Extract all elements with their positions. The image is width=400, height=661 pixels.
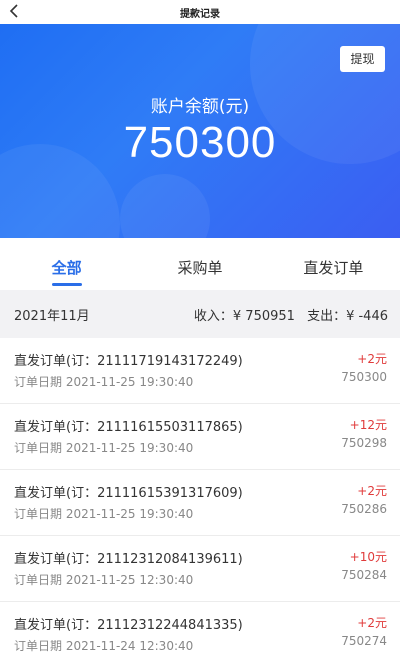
record-list: 直发订单(订：21111719143172249) 订单日期 2021-11-2… bbox=[0, 338, 400, 661]
balance-amount: 750300 bbox=[123, 118, 277, 167]
tab-all[interactable]: 全部 bbox=[0, 238, 133, 290]
record-order: 直发订单(订：21111615391317609) bbox=[14, 486, 243, 501]
record-balance: 750286 bbox=[341, 502, 387, 516]
active-tab-indicator bbox=[51, 283, 82, 286]
record-delta: +10元 bbox=[349, 550, 387, 564]
record-date: 订单日期 2021-11-24 12:30:40 bbox=[14, 639, 194, 653]
record-date: 订单日期 2021-11-25 19:30:40 bbox=[14, 375, 194, 389]
list-item[interactable]: 直发订单(订：21112312244841335) 订单日期 2021-11-2… bbox=[0, 602, 400, 661]
record-delta: +2元 bbox=[357, 352, 387, 366]
summary-month: 2021年11月 bbox=[14, 309, 90, 324]
record-order: 直发订单(订：21111615503117865) bbox=[14, 420, 243, 435]
tab-purchase[interactable]: 采购单 bbox=[133, 238, 266, 290]
list-item[interactable]: 直发订单(订：21112312084139611) 订单日期 2021-11-2… bbox=[0, 536, 400, 602]
tab-label: 直发订单 bbox=[303, 259, 364, 277]
list-item[interactable]: 直发订单(订：21111615391317609) 订单日期 2021-11-2… bbox=[0, 470, 400, 536]
balance-label: 账户余额(元) bbox=[150, 97, 250, 117]
record-balance: 750284 bbox=[341, 568, 387, 582]
summary-expense: 支出：¥ -446 bbox=[307, 309, 388, 324]
tab-direct-orders[interactable]: 直发订单 bbox=[267, 238, 400, 290]
record-balance: 750298 bbox=[341, 436, 387, 450]
record-order: 直发订单(订：21111719143172249) bbox=[14, 354, 243, 369]
summary-income: 收入：¥ 750951 bbox=[193, 309, 295, 324]
balance-banner: 提现 账户余额(元) 750300 bbox=[0, 24, 400, 238]
record-balance: 750300 bbox=[341, 370, 387, 384]
record-tabs: 全部 采购单 直发订单 bbox=[0, 238, 400, 290]
summary-totals: 收入：¥ 750951 支出：¥ -446 bbox=[186, 305, 388, 324]
record-balance: 750274 bbox=[341, 634, 387, 648]
record-delta: +2元 bbox=[357, 616, 387, 630]
record-order: 直发订单(订：21112312084139611) bbox=[14, 552, 243, 567]
record-delta: +12元 bbox=[349, 418, 387, 432]
month-summary: 2021年11月 收入：¥ 750951 支出：¥ -446 bbox=[0, 290, 400, 338]
list-item[interactable]: 直发订单(订：21111719143172249) 订单日期 2021-11-2… bbox=[0, 338, 400, 404]
page-title: 提款记录 bbox=[180, 9, 220, 20]
record-order: 直发订单(订：21112312244841335) bbox=[14, 618, 243, 633]
record-date: 订单日期 2021-11-25 19:30:40 bbox=[14, 441, 194, 455]
tab-label: 全部 bbox=[51, 259, 82, 277]
top-bar: 提款记录 bbox=[0, 0, 400, 24]
list-item[interactable]: 直发订单(订：21111615503117865) 订单日期 2021-11-2… bbox=[0, 404, 400, 470]
record-date: 订单日期 2021-11-25 12:30:40 bbox=[14, 573, 194, 587]
record-delta: +2元 bbox=[357, 484, 387, 498]
record-date: 订单日期 2021-11-25 19:30:40 bbox=[14, 507, 194, 521]
tab-label: 采购单 bbox=[177, 259, 223, 277]
withdraw-button[interactable]: 提现 bbox=[340, 46, 385, 72]
